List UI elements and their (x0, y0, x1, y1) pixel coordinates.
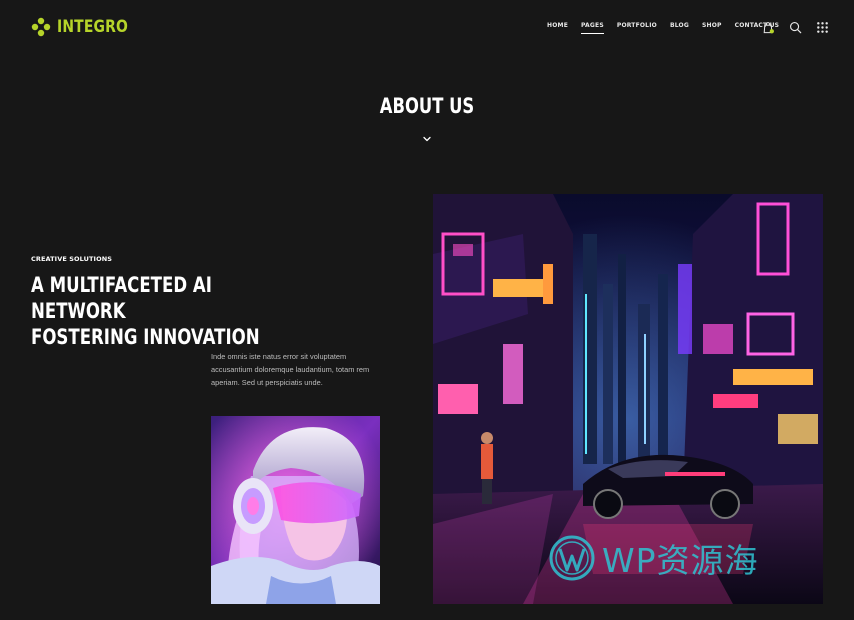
four-dots-logo-icon (31, 17, 51, 37)
brand-name: INTEGRO (57, 17, 129, 37)
headline-line-1: A MULTIFACETED AI NETWORK (31, 273, 212, 323)
neon-headphones-portrait-image (211, 416, 380, 604)
body-line-2: accusantium doloremque laudantium, totam… (211, 365, 370, 374)
wordpress-logo-icon (549, 535, 595, 581)
nav-item-portfolio[interactable]: PORTFOLIO (617, 22, 657, 34)
body-line-3: aperiam. Sed ut perspiciatis unde. (211, 378, 323, 387)
section-eyebrow: CREATIVE SOLUTIONS (31, 255, 113, 263)
watermark: WP资源海 (548, 534, 759, 582)
nav-item-pages[interactable]: PAGES (581, 22, 604, 34)
section-body-text: Inde omnis iste natus error sit voluptat… (211, 350, 391, 389)
shopping-bag-icon[interactable] (762, 21, 775, 34)
brand-logo[interactable]: INTEGRO (31, 17, 144, 37)
nav-item-shop[interactable]: SHOP (702, 22, 722, 34)
search-icon[interactable] (789, 21, 802, 34)
headline-line-2: FOSTERING INNOVATION (31, 325, 260, 349)
body-line-1: Inde omnis iste natus error sit voluptat… (211, 352, 347, 361)
chevron-down-icon[interactable] (422, 135, 432, 143)
nav-item-home[interactable]: HOME (547, 22, 568, 34)
grid-menu-icon[interactable] (816, 21, 829, 34)
section-headline: A MULTIFACETED AI NETWORK FOSTERING INNO… (31, 272, 292, 350)
main-nav: HOME PAGES PORTFOLIO BLOG SHOP CONTACT U… (547, 22, 779, 34)
header-actions (762, 21, 829, 34)
page: INTEGRO HOME PAGES PORTFOLIO BLOG SHOP C… (0, 0, 854, 620)
watermark-text: WP资源海 (602, 541, 759, 580)
nav-item-blog[interactable]: BLOG (670, 22, 689, 34)
page-title: ABOUT US (379, 94, 475, 118)
